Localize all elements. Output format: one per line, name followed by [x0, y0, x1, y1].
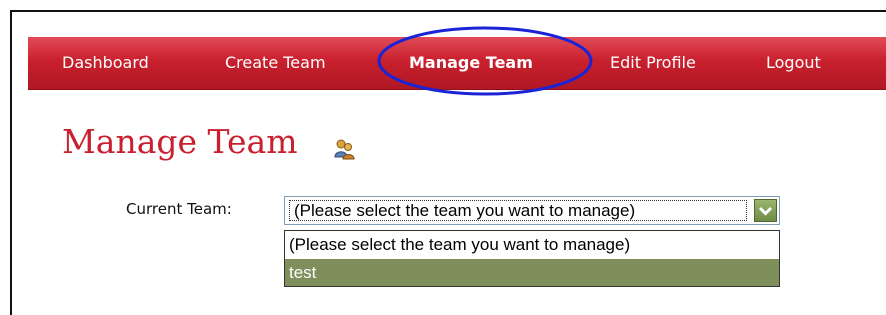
current-team-select[interactable]: (Please select the team you want to mana…	[284, 196, 780, 225]
dropdown-option-placeholder[interactable]: (Please select the team you want to mana…	[285, 231, 779, 258]
nav-edit-profile[interactable]: Edit Profile	[610, 37, 696, 89]
team-users-icon	[334, 139, 355, 160]
top-navigation-bar: Dashboard Create Team Manage Team Edit P…	[28, 37, 886, 90]
current-team-label: Current Team:	[126, 200, 232, 218]
chevron-down-icon[interactable]	[754, 199, 777, 222]
dropdown-option-test[interactable]: test	[285, 259, 779, 286]
page-title: Manage Team	[62, 122, 298, 161]
nav-create-team[interactable]: Create Team	[225, 37, 326, 89]
nav-dashboard[interactable]: Dashboard	[62, 37, 149, 89]
team-dropdown-list: (Please select the team you want to mana…	[284, 230, 780, 287]
nav-manage-team[interactable]: Manage Team	[409, 37, 533, 89]
select-current-value: (Please select the team you want to mana…	[289, 200, 747, 221]
nav-logout[interactable]: Logout	[766, 37, 821, 89]
